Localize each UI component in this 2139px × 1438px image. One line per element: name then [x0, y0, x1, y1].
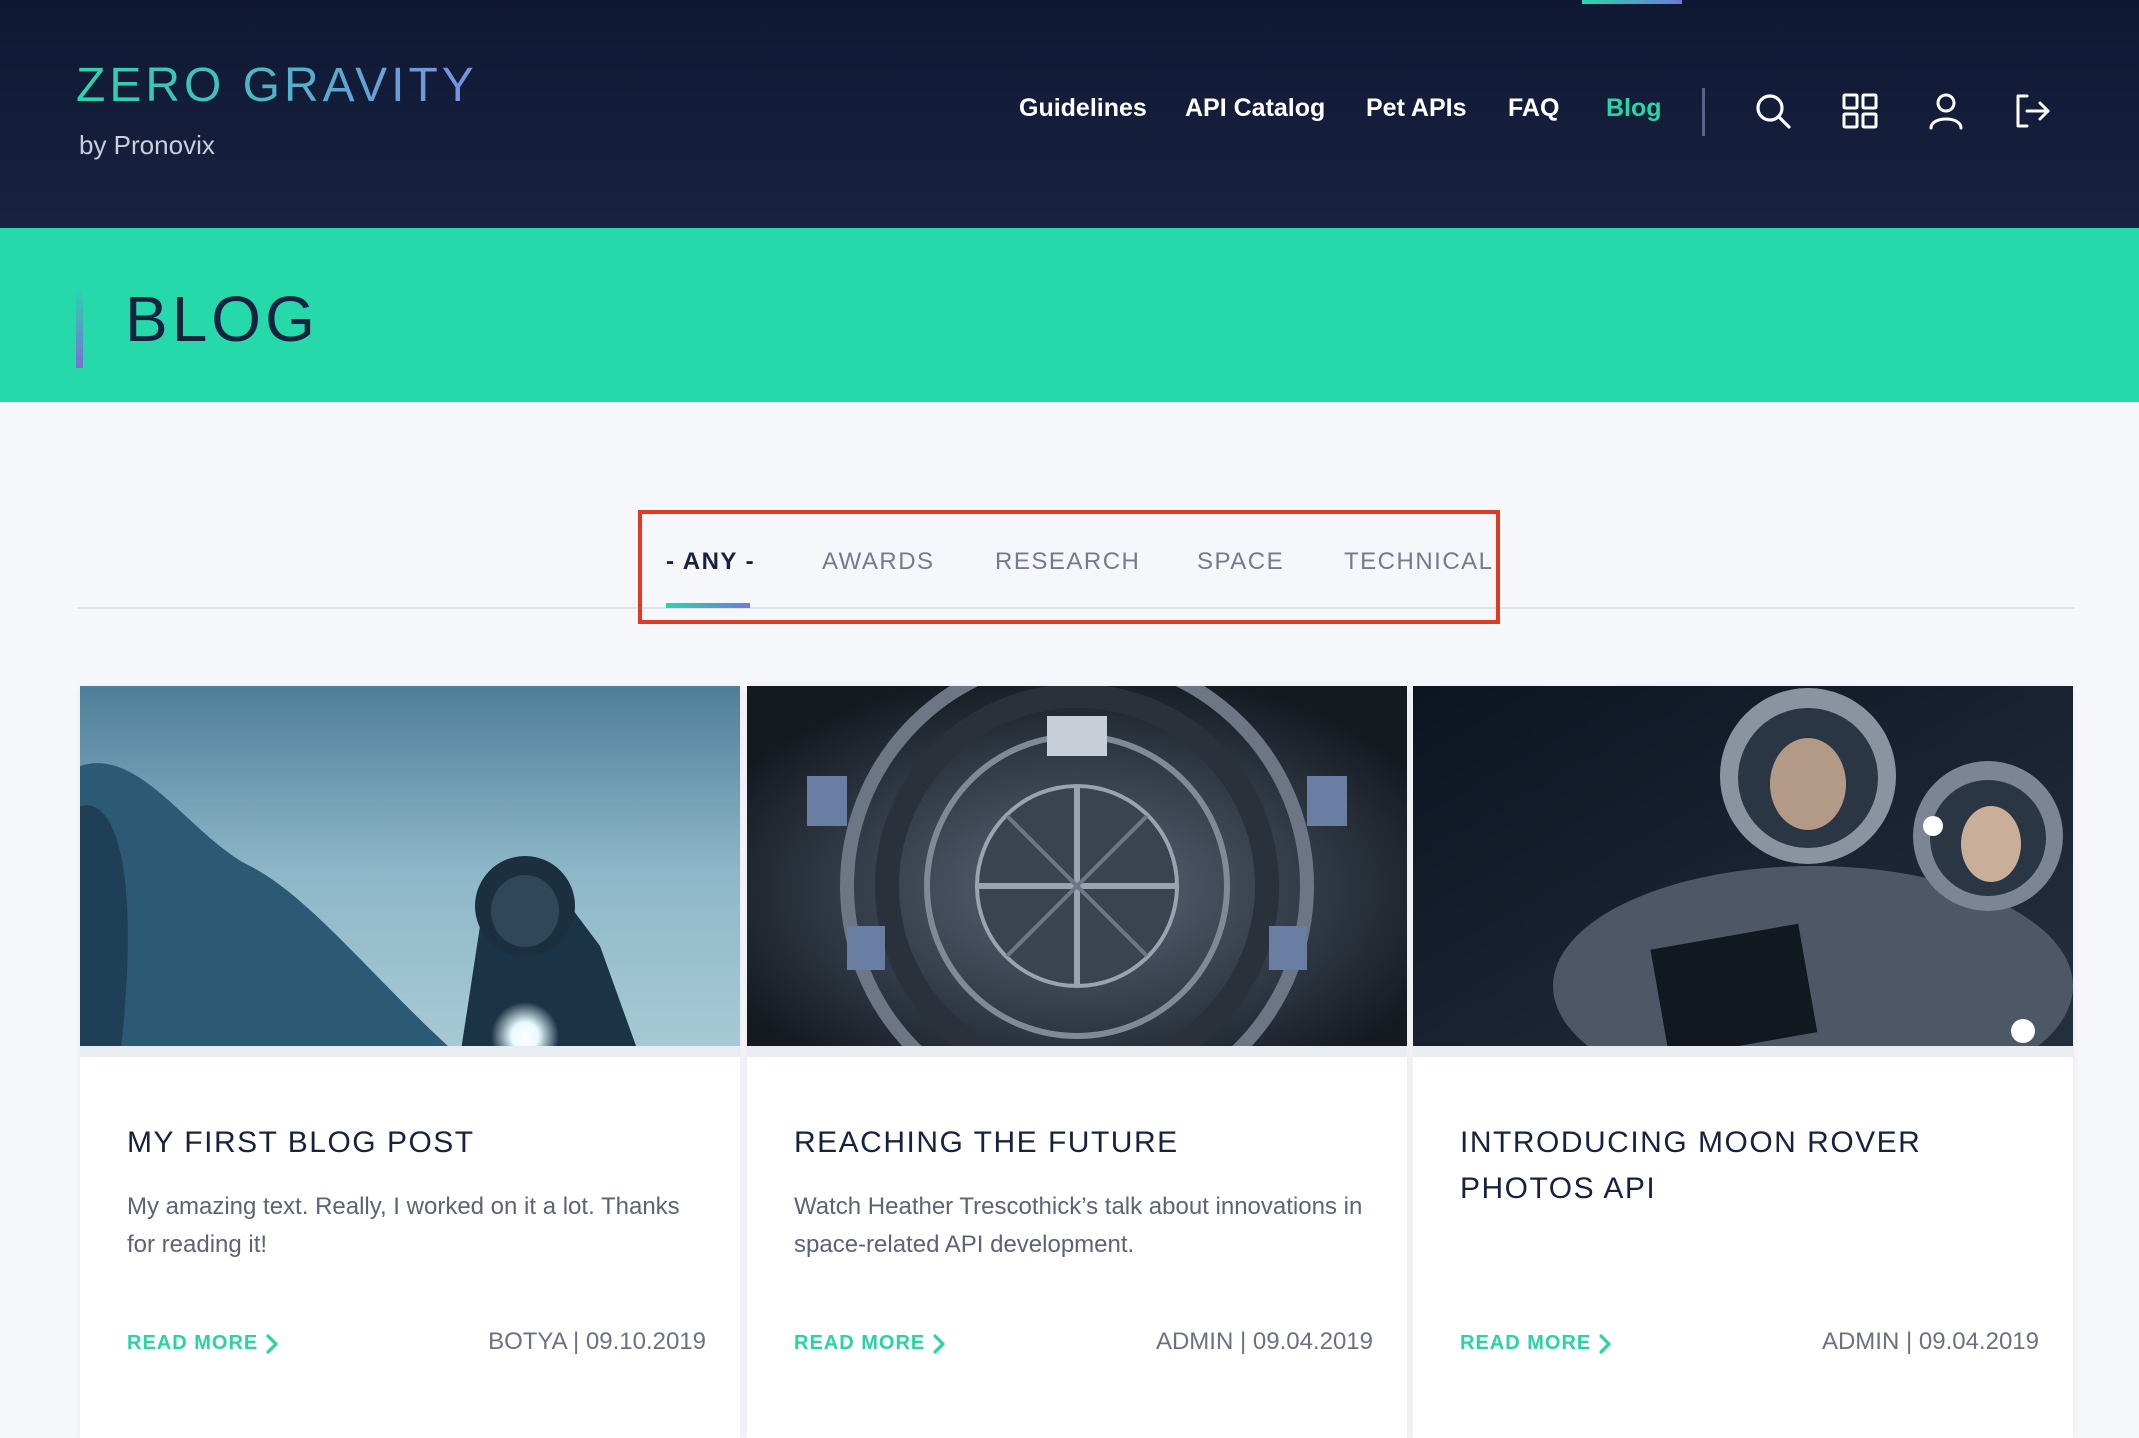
page-title: BLOG: [125, 283, 319, 355]
card-meta: ADMIN | 09.04.2019: [1821, 1328, 2039, 1355]
banner-accent-bar: [76, 286, 83, 368]
blog-card: MY FIRST BLOG POST My amazing text. Real…: [80, 686, 740, 1438]
card-title[interactable]: REACHING THE FUTURE: [794, 1120, 1374, 1166]
card-meta: BOTYA | 09.10.2019: [488, 1328, 706, 1355]
highlight-box: [638, 510, 1500, 624]
card-excerpt: Watch Heather Trescothick’s talk about i…: [794, 1193, 1363, 1258]
read-more-link[interactable]: READ MORE: [1460, 1332, 1613, 1355]
read-more-label: READ MORE: [794, 1332, 926, 1354]
space-station-image[interactable]: [747, 686, 1407, 1057]
card-title[interactable]: INTRODUCING MOON ROVER PHOTOS API: [1460, 1120, 2040, 1212]
chevron-right-icon: [933, 1334, 945, 1354]
chevron-right-icon: [266, 1334, 278, 1354]
card-excerpt: My amazing text. Really, I worked on it …: [127, 1193, 680, 1258]
read-more-link[interactable]: READ MORE: [794, 1332, 947, 1355]
grid-icon[interactable]: [1841, 92, 1879, 130]
logout-icon[interactable]: [2013, 92, 2051, 130]
nav-api-catalog[interactable]: API Catalog: [1185, 94, 1325, 123]
nav-pet-apis[interactable]: Pet APIs: [1366, 94, 1467, 123]
nav-divider: [1702, 88, 1705, 136]
page-banner: [0, 228, 2139, 402]
search-icon[interactable]: [1754, 92, 1792, 130]
card-meta: ADMIN | 09.04.2019: [1155, 1328, 1373, 1355]
active-nav-indicator: [1582, 0, 1682, 4]
blog-card: INTRODUCING MOON ROVER PHOTOS API READ M…: [1413, 686, 2073, 1438]
read-more-link[interactable]: READ MORE: [127, 1332, 280, 1355]
astronaut-mountain-image[interactable]: [80, 686, 740, 1057]
nav-guidelines[interactable]: Guidelines: [1019, 94, 1147, 123]
site-logo[interactable]: ZERO GRAVITY: [76, 58, 478, 113]
nav-blog[interactable]: Blog: [1606, 94, 1662, 123]
chevron-right-icon: [1599, 1334, 1611, 1354]
read-more-label: READ MORE: [1460, 1332, 1592, 1354]
astronauts-tablet-image[interactable]: [1413, 686, 2073, 1057]
logo-subtitle: by Pronovix: [79, 130, 215, 160]
card-title[interactable]: MY FIRST BLOG POST: [127, 1120, 707, 1166]
read-more-label: READ MORE: [127, 1332, 259, 1354]
user-icon[interactable]: [1927, 92, 1965, 130]
nav-faq[interactable]: FAQ: [1508, 94, 1559, 123]
blog-card: REACHING THE FUTURE Watch Heather Tresco…: [747, 686, 1407, 1438]
